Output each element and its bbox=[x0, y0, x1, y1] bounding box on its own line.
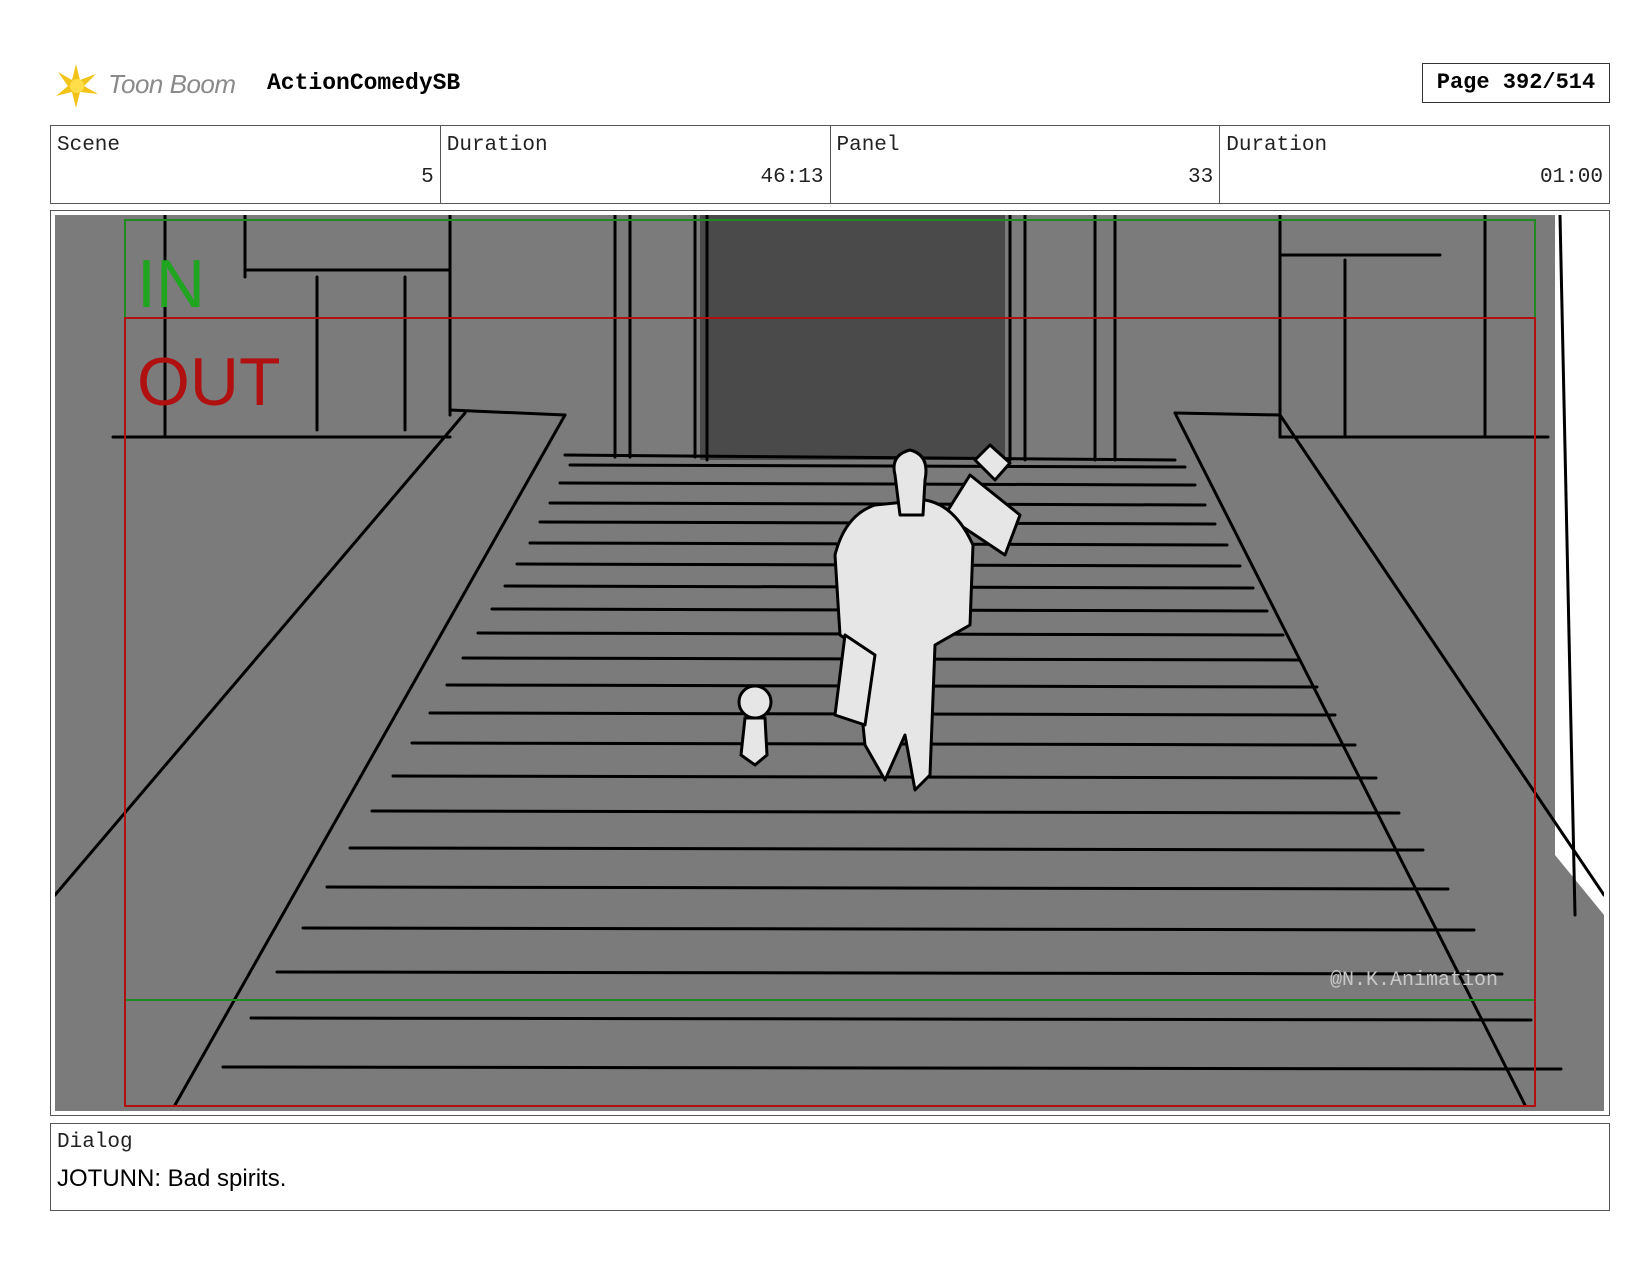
storyboard-panel: IN OUT @N.K.Animation bbox=[50, 210, 1610, 1116]
doorway bbox=[700, 215, 1005, 460]
scene-cell: Scene 5 bbox=[51, 126, 441, 203]
panel-duration-value: 01:00 bbox=[1539, 166, 1603, 189]
scene-label: Scene bbox=[57, 134, 121, 157]
panel-duration-label: Duration bbox=[1226, 134, 1328, 157]
panel-duration-cell: Duration 01:00 bbox=[1220, 126, 1609, 203]
scene-duration-value: 46:13 bbox=[760, 166, 824, 189]
small-child-figure bbox=[737, 684, 773, 767]
panel-value: 33 bbox=[1188, 166, 1214, 189]
dialog-box: Dialog JOTUNN: Bad spirits. bbox=[50, 1123, 1610, 1211]
page-number: Page 392/514 bbox=[1422, 63, 1610, 103]
brand-name: Toon Boom bbox=[108, 69, 236, 99]
panel-info-table: Scene 5 Duration 46:13 Panel 33 Duration… bbox=[50, 125, 1610, 204]
in-label: IN bbox=[137, 246, 205, 322]
panel-cell: Panel 33 bbox=[831, 126, 1221, 203]
scene-value: 5 bbox=[421, 166, 434, 189]
page-header: Toon Boom ActionComedySB Page 392/514 bbox=[50, 58, 1610, 114]
dialog-text: JOTUNN: Bad spirits. bbox=[57, 1165, 287, 1192]
out-label: OUT bbox=[137, 344, 281, 420]
project-title: ActionComedySB bbox=[267, 70, 461, 96]
scene-duration-cell: Duration 46:13 bbox=[441, 126, 831, 203]
dialog-label: Dialog bbox=[57, 1131, 133, 1154]
toon-boom-logo-icon bbox=[56, 64, 98, 108]
panel-drawing: IN OUT @N.K.Animation bbox=[55, 215, 1604, 1111]
watermark: @N.K.Animation bbox=[1330, 969, 1498, 992]
scene-duration-label: Duration bbox=[446, 134, 548, 157]
panel-label: Panel bbox=[836, 134, 900, 157]
